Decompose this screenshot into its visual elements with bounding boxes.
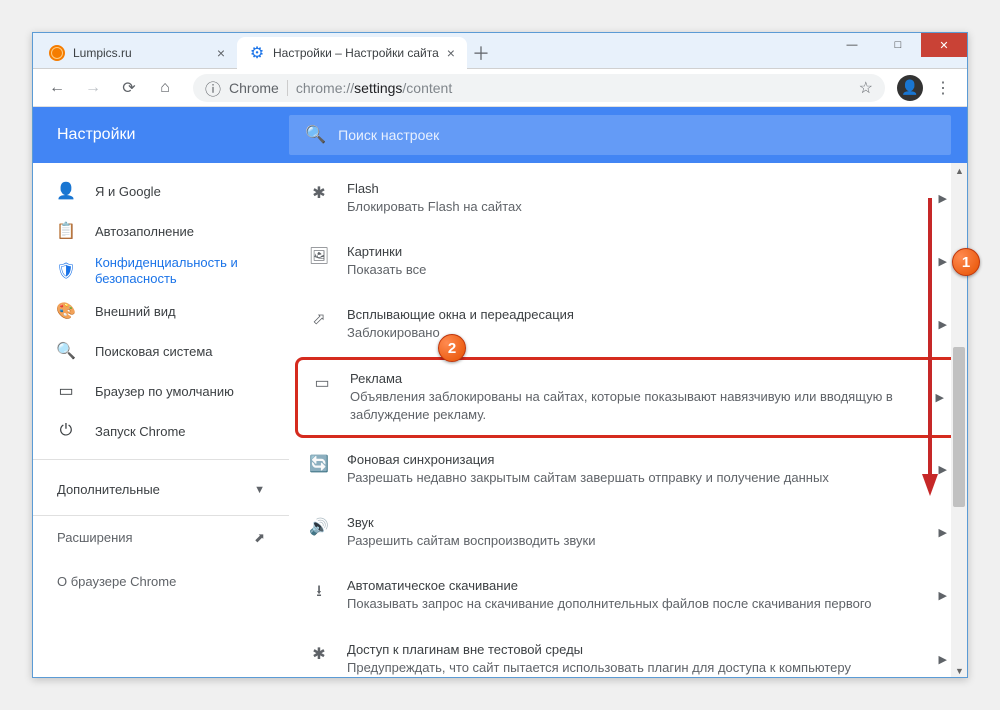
tab-settings[interactable]: ⚙ Настройки – Настройки сайта × (237, 37, 467, 69)
settings-content: ✱FlashБлокировать Flash на сайтах▶ 🖼Карт… (289, 163, 967, 677)
tab-lumpics[interactable]: Lumpics.ru × (37, 37, 237, 69)
row-images[interactable]: 🖼КартинкиПоказать все▶ (289, 230, 967, 293)
person-icon: 👤 (57, 181, 75, 201)
content-scrollbar[interactable]: ▲ ▼ (951, 163, 967, 677)
address-url: chrome://settings/content (296, 80, 452, 96)
annotation-arrow (918, 198, 942, 498)
back-button[interactable]: ← (41, 72, 73, 104)
scroll-thumb[interactable] (953, 347, 965, 507)
close-icon[interactable]: × (447, 45, 455, 61)
settings-sidebar: 👤Я и Google 📋Автозаполнение 🛡Конфиденциа… (33, 163, 289, 677)
sound-icon: 🔊 (309, 517, 329, 537)
row-downloads[interactable]: ⭳Автоматическое скачиваниеПоказывать зап… (289, 564, 967, 627)
site-icon (49, 45, 65, 61)
content-settings-list: ✱FlashБлокировать Flash на сайтах▶ 🖼Карт… (289, 163, 967, 677)
sync-icon: 🔄 (309, 454, 329, 474)
home-button[interactable]: ⌂ (149, 72, 181, 104)
settings-title: Настройки (33, 126, 289, 144)
maximize-button[interactable]: □ (875, 33, 921, 57)
chevron-right-icon: ▶ (939, 589, 947, 602)
reload-button[interactable]: ⟳ (113, 72, 145, 104)
titlebar: Lumpics.ru × ⚙ Настройки – Настройки сай… (33, 33, 967, 69)
sidebar-item-default-browser[interactable]: ▭Браузер по умолчанию (33, 371, 289, 411)
sidebar-item-search[interactable]: 🔍Поисковая система (33, 331, 289, 371)
close-button[interactable]: ✕ (921, 33, 967, 57)
close-icon[interactable]: × (217, 45, 225, 61)
power-icon: ⏻ (57, 422, 75, 440)
image-icon: 🖼 (309, 246, 329, 266)
sidebar-item-appearance[interactable]: 🎨Внешний вид (33, 291, 289, 331)
tab-title: Настройки – Настройки сайта (273, 46, 439, 60)
row-plugins[interactable]: ✱Доступ к плагинам вне тестовой средыПре… (289, 628, 967, 678)
star-icon[interactable]: ☆ (859, 78, 873, 98)
shield-icon: 🛡 (57, 261, 75, 281)
clipboard-icon: 📋 (57, 221, 75, 241)
download-icon: ⭳ (309, 580, 329, 607)
row-flash[interactable]: ✱FlashБлокировать Flash на сайтах▶ (289, 167, 967, 230)
menu-button[interactable]: ⋮ (927, 72, 959, 104)
sidebar-item-you-google[interactable]: 👤Я и Google (33, 171, 289, 211)
browser-toolbar: ← → ⟳ ⌂ ⓘ Chrome chrome://settings/conte… (33, 69, 967, 107)
gear-icon: ⚙ (249, 45, 265, 61)
sidebar-item-about[interactable]: О браузере Chrome (33, 559, 289, 603)
search-input[interactable] (338, 127, 935, 143)
chevron-down-icon: ▼ (254, 484, 265, 496)
minimize-button[interactable]: — (829, 33, 875, 57)
row-ads[interactable]: ▭РекламаОбъявления заблокированы на сайт… (295, 357, 961, 438)
sidebar-item-startup[interactable]: ⏻Запуск Chrome (33, 411, 289, 451)
profile-avatar[interactable]: 👤 (897, 75, 923, 101)
ads-icon: ▭ (312, 373, 332, 393)
browser-window: Lumpics.ru × ⚙ Настройки – Настройки сай… (32, 32, 968, 678)
browser-icon: ▭ (57, 381, 75, 401)
annotation-marker-1: 1 (952, 248, 980, 276)
plugin-icon: ✱ (309, 644, 329, 664)
site-info-icon[interactable]: ⓘ (205, 76, 221, 100)
row-popups[interactable]: ⬀Всплывающие окна и переадресацияЗаблоки… (289, 293, 967, 356)
search-icon: 🔍 (57, 341, 75, 361)
tab-strip: Lumpics.ru × ⚙ Настройки – Настройки сай… (33, 33, 495, 69)
settings-body: 👤Я и Google 📋Автозаполнение 🛡Конфиденциа… (33, 163, 967, 677)
chevron-right-icon: ▶ (939, 653, 947, 666)
chevron-right-icon: ▶ (939, 526, 947, 539)
settings-header: Настройки 🔍 (33, 107, 967, 163)
search-icon: 🔍 (305, 125, 326, 145)
extension-icon: ✱ (309, 183, 329, 203)
window-controls: — □ ✕ (829, 33, 967, 57)
new-tab-button[interactable]: ＋ (467, 39, 495, 67)
forward-button[interactable]: → (77, 72, 109, 104)
popup-icon: ⬀ (309, 309, 329, 329)
annotation-marker-2: 2 (438, 334, 466, 362)
sidebar-item-extensions[interactable]: Расширения⬈ (33, 515, 289, 559)
settings-search[interactable]: 🔍 (289, 115, 951, 155)
row-sound[interactable]: 🔊ЗвукРазрешить сайтам воспроизводить зву… (289, 501, 967, 564)
scroll-down-icon[interactable]: ▼ (955, 666, 963, 674)
address-origin: Chrome (229, 80, 288, 96)
sidebar-item-autofill[interactable]: 📋Автозаполнение (33, 211, 289, 251)
address-bar[interactable]: ⓘ Chrome chrome://settings/content ☆ (193, 74, 885, 102)
sidebar-item-advanced[interactable]: Дополнительные▼ (33, 459, 289, 507)
row-sync[interactable]: 🔄Фоновая синхронизацияРазрешать недавно … (289, 438, 967, 501)
palette-icon: 🎨 (57, 301, 75, 321)
external-link-icon: ⬈ (254, 530, 265, 546)
scroll-up-icon[interactable]: ▲ (955, 166, 963, 174)
tab-title: Lumpics.ru (73, 46, 132, 60)
sidebar-item-privacy[interactable]: 🛡Конфиденциальность и безопасность (33, 251, 289, 291)
